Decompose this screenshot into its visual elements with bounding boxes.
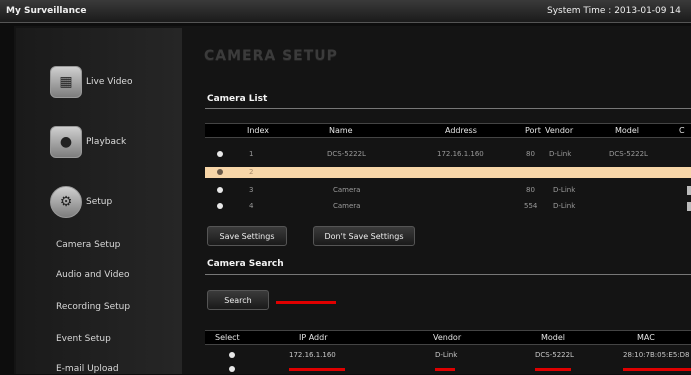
cell-mac-redacted [623,368,691,371]
row-radio[interactable] [217,203,223,209]
camera-search-title: Camera Search [207,259,284,269]
cell-port: 554 [524,202,538,210]
cell-vendor: D-Link [549,150,572,158]
nav-live-video[interactable]: ▦ Live Video [50,66,132,98]
app-title: My Surveillance [6,6,87,16]
cell-name: Camera [333,202,361,210]
col-index: Index [247,126,270,135]
cell-vendor: D-Link [553,186,576,194]
cell-index: 4 [249,202,254,210]
cell-name: Camera [333,186,361,194]
nav-playback-label: Playback [86,137,127,147]
page-title: CAMERA SETUP [204,48,338,64]
col-c: C [679,126,685,135]
search-row[interactable]: 172.16.1.160 D-Link DCS-5222L 28:10:7B:0… [205,350,691,361]
col-model: Model [615,126,640,135]
sidebar-item-email-upload[interactable]: E-mail Upload [56,364,119,374]
gear-icon: ⚙ [50,186,82,218]
col-model: Model [541,333,566,342]
row-scroll-marker [687,186,691,195]
playback-icon: ● [50,126,82,158]
nav-setup[interactable]: ⚙ Setup [50,186,112,218]
row-radio[interactable] [217,187,223,193]
sidebar-item-event-setup[interactable]: Event Setup [56,334,111,344]
save-settings-button[interactable]: Save Settings [207,226,287,246]
cell-model-redacted [535,368,571,371]
nav-live-video-label: Live Video [86,77,133,87]
divider [205,274,691,275]
search-button[interactable]: Search [207,290,269,310]
cell-port: 80 [526,186,535,194]
search-status-indicator [276,301,336,304]
cell-port: 80 [526,150,535,158]
cell-address: 172.16.1.160 [437,150,484,158]
sidebar-item-recording-setup[interactable]: Recording Setup [56,302,130,312]
table-row[interactable]: 1 DCS-5222L 172.16.1.160 80 D-Link DCS-5… [205,149,691,160]
cell-ip: 172.16.1.160 [289,351,336,359]
row-radio[interactable] [217,151,223,157]
col-address: Address [445,126,477,135]
cell-model: DCS-5222L [535,351,574,359]
cell-mac: 28:10:7B:05:E5:D8 [623,351,690,359]
cell-vendor-redacted [435,368,455,371]
col-name: Name [329,126,353,135]
table-row-selected[interactable]: 2 [205,167,691,178]
divider [205,108,691,109]
live-video-icon: ▦ [50,66,82,98]
camera-search-header: Select IP Addr Vendor Model MAC [205,330,691,345]
main-panel: CAMERA SETUP Camera List Index Name Addr… [190,28,691,374]
cell-vendor: D-Link [435,351,458,359]
dont-save-settings-button[interactable]: Don't Save Settings [313,226,415,246]
col-vendor: Vendor [433,333,462,342]
row-radio[interactable] [217,169,223,175]
col-vendor: Vendor [545,126,574,135]
sidebar-item-camera-setup[interactable]: Camera Setup [56,240,120,250]
sidebar-item-audio-video[interactable]: Audio and Video [56,270,129,280]
nav-playback[interactable]: ● Playback [50,126,126,158]
cell-name: DCS-5222L [327,150,366,158]
camera-list-header: Index Name Address Port Vendor Model C [205,123,691,138]
search-row[interactable] [205,364,691,375]
cell-index: 2 [249,168,254,176]
cell-model: DCS-5222L [609,150,648,158]
nav-setup-label: Setup [86,197,113,207]
col-port: Port [525,126,541,135]
sidebar: ▦ Live Video ● Playback ⚙ Setup Camera S… [16,28,182,374]
col-ip: IP Addr [299,333,328,342]
row-radio[interactable] [229,366,235,372]
top-bar: My Surveillance System Time : 2013-01-09… [0,0,691,23]
table-row[interactable]: 3 Camera 80 D-Link [205,185,691,196]
cell-index: 3 [249,186,254,194]
col-select: Select [215,333,240,342]
cell-vendor: D-Link [553,202,576,210]
table-row[interactable]: 4 Camera 554 D-Link [205,201,691,212]
col-mac: MAC [637,333,655,342]
row-scroll-marker [687,202,691,211]
camera-list-title: Camera List [207,94,268,104]
cell-index: 1 [249,150,254,158]
row-radio[interactable] [229,352,235,358]
cell-ip-redacted [289,368,345,371]
system-time: System Time : 2013-01-09 14 [547,6,681,16]
